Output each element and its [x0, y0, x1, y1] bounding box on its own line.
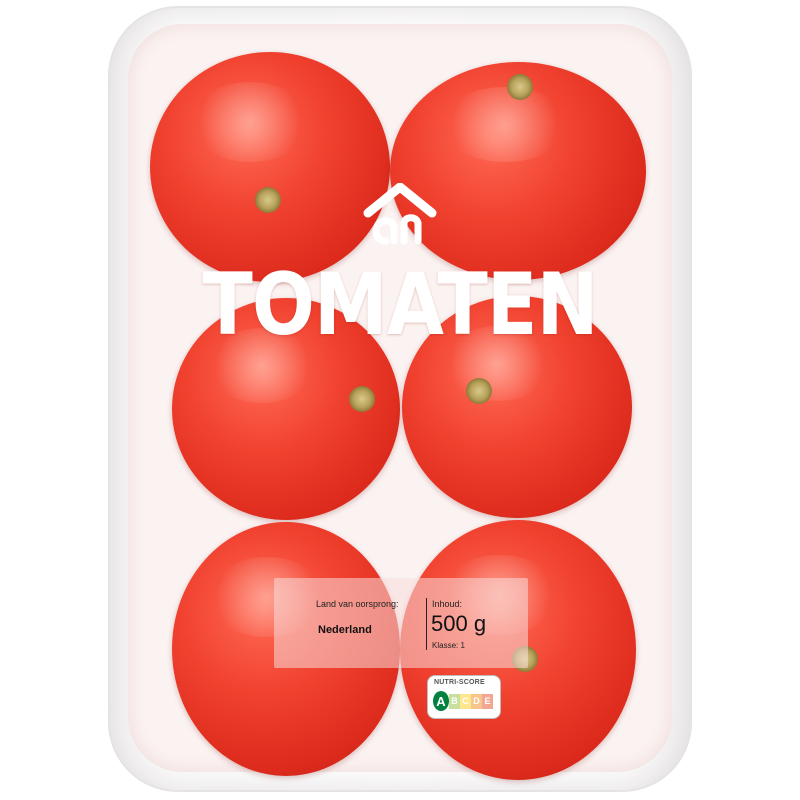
tomato-stem — [255, 187, 281, 213]
content-value: 500 g — [431, 611, 487, 636]
nutriscore-grade-e: E — [482, 693, 493, 709]
nutriscore-badge: NUTRI-SCORE ABCDE — [427, 675, 501, 719]
origin-value: Nederland — [318, 624, 372, 636]
nutriscore-grade-c: C — [460, 693, 471, 709]
nutriscore-title: NUTRI-SCORE — [434, 679, 485, 686]
ah-logo-icon — [363, 183, 437, 245]
nutriscore-grade-b: B — [449, 693, 460, 709]
label-divider — [426, 598, 427, 650]
tomato-top-left — [150, 52, 390, 282]
info-label-panel — [274, 578, 528, 668]
tomato-stem — [349, 386, 375, 412]
content-caption: Inhoud: — [432, 599, 463, 609]
nutriscore-grade-d: D — [471, 693, 482, 709]
origin-caption: Land van oorsprong: — [316, 599, 399, 609]
tomato-stem — [466, 378, 492, 404]
nutriscore-grade-a: A — [433, 691, 449, 711]
nutriscore-scale: ABCDE — [433, 691, 493, 711]
tomato-stem — [507, 74, 533, 100]
product-title: TOMATEN — [202, 255, 598, 355]
class-caption: Klasse: 1 — [432, 641, 465, 650]
tomato-top-right — [390, 62, 646, 280]
